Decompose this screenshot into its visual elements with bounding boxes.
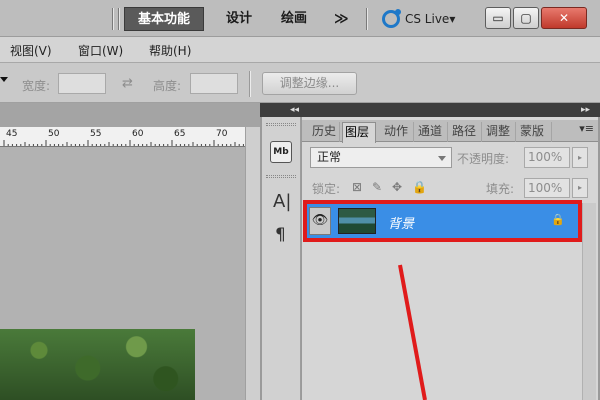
cs-live-label: CS Live▾ [405, 12, 456, 26]
tab-history[interactable]: 历史 [310, 122, 340, 142]
blend-mode-select[interactable]: 正常 [310, 147, 452, 168]
lock-all-icon[interactable]: 🔒 [412, 180, 427, 194]
workspace-design-button[interactable]: 设计 [222, 7, 256, 31]
tab-layers[interactable]: 图层 [342, 122, 376, 143]
paragraph-panel-icon[interactable]: ¶ [275, 225, 286, 245]
ruler-label: 60 [132, 129, 144, 139]
divider [112, 8, 114, 30]
menu-window[interactable]: 窗口(W) [78, 42, 123, 59]
cs-live-button[interactable]: CS Live▾ [382, 8, 455, 30]
mini-bridge-icon[interactable]: Mb [270, 141, 292, 163]
minimize-button[interactable]: ▭ [485, 7, 511, 29]
visibility-eye-icon[interactable]: 👁 [309, 207, 331, 235]
ruler-label: 65 [174, 129, 186, 139]
divider [249, 71, 251, 97]
tab-channels[interactable]: 通道 [416, 122, 448, 142]
close-button[interactable]: ✕ [541, 7, 587, 29]
height-label: 高度: [153, 79, 182, 93]
horizontal-ruler: 45 50 55 60 65 70 [0, 127, 245, 147]
swap-icon[interactable]: ⇄ [122, 76, 133, 91]
menu-help[interactable]: 帮助(H) [149, 42, 191, 59]
workspace-painting-button[interactable]: 绘画 [277, 7, 311, 31]
layers-panel: 历史 图层 动作 通道 路径 调整 蒙版 ▾≡ 正常 不透明度: 100% ▸ … [302, 117, 598, 400]
width-input[interactable] [58, 73, 106, 94]
ruler-label: 50 [48, 129, 60, 139]
blend-mode-value: 正常 [317, 150, 342, 164]
opacity-input[interactable]: 100% [524, 147, 570, 168]
ruler-ticks [3, 140, 244, 146]
lock-transparent-pixels-icon[interactable]: ⊠ [352, 180, 362, 194]
tab-actions[interactable]: 动作 [382, 122, 414, 142]
canvas-area: 45 50 55 60 65 70 [0, 103, 260, 400]
layer-name[interactable]: 背景 [388, 213, 414, 232]
layer-row-background[interactable]: 👁 背景 🔒 [303, 200, 582, 242]
width-label: 宽度: [22, 79, 51, 93]
document-image[interactable] [0, 329, 195, 400]
refine-edge-button[interactable]: 调整边缘... [262, 72, 357, 95]
opacity-slider-button[interactable]: ▸ [572, 147, 588, 168]
tool-preset-dropdown-icon[interactable] [0, 77, 8, 82]
fill-slider-button[interactable]: ▸ [572, 178, 588, 198]
tab-paths[interactable]: 路径 [450, 122, 482, 142]
panel-tab-bar: 历史 图层 动作 通道 路径 调整 蒙版 ▾≡ [302, 120, 598, 143]
layer-lock-icon: 🔒 [551, 213, 565, 226]
chevron-down-icon [438, 156, 446, 161]
expand-dock-icon[interactable]: ▸▸ [581, 103, 590, 117]
workspace-bar: 基本功能 设计 绘画 ≫ CS Live▾ ▭ ▢ ✕ [0, 0, 600, 37]
tab-masks[interactable]: 蒙版 [518, 122, 552, 142]
divider [366, 8, 368, 30]
ruler-label: 55 [90, 129, 102, 139]
panel-dock-header: ◂◂ ▸▸ [260, 103, 600, 117]
divider [118, 8, 120, 30]
height-input[interactable] [190, 73, 238, 94]
cs-live-icon [382, 9, 401, 28]
workspace-essentials-button[interactable]: 基本功能 [124, 7, 204, 31]
menu-view[interactable]: 视图(V) [10, 42, 52, 59]
grip-handle[interactable] [266, 123, 296, 126]
panel-icon-strip: Mb A| ¶ [262, 117, 301, 400]
tab-adjustments[interactable]: 调整 [484, 122, 516, 142]
ruler-label: 70 [216, 129, 228, 139]
more-workspaces-button[interactable]: ≫ [330, 7, 353, 31]
options-bar: 宽度: ⇄ 高度: 调整边缘... [0, 63, 600, 103]
menu-bar: 视图(V) 窗口(W) 帮助(H) [0, 37, 600, 63]
character-panel-icon[interactable]: A| [273, 191, 291, 212]
canvas-scrollbar[interactable] [245, 127, 260, 400]
lock-image-pixels-icon[interactable]: ✎ [372, 180, 382, 194]
collapse-dock-icon[interactable]: ◂◂ [290, 103, 299, 117]
layers-scrollbar[interactable] [582, 203, 596, 400]
panel-menu-icon[interactable]: ▾≡ [579, 122, 594, 135]
lock-position-icon[interactable]: ✥ [392, 180, 402, 194]
layer-thumbnail [338, 208, 376, 234]
grip-handle[interactable] [266, 175, 296, 178]
ruler-label: 45 [6, 129, 18, 139]
lock-label: 锁定: [312, 182, 341, 196]
opacity-label: 不透明度: [457, 152, 510, 166]
fill-input[interactable]: 100% [524, 178, 570, 198]
fill-label: 填充: [486, 182, 515, 196]
maximize-button[interactable]: ▢ [513, 7, 539, 29]
